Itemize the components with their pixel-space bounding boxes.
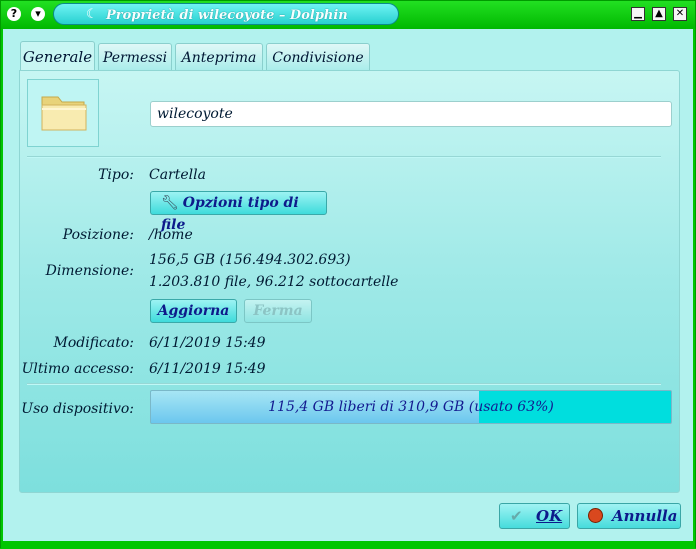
location-label: Posizione: xyxy=(62,227,134,243)
separator xyxy=(27,156,661,158)
device-usage-text: 115,4 GB liberi di 310,9 GB (usato 63%) xyxy=(268,399,554,415)
ok-label: OK xyxy=(536,507,563,525)
window-frame-right xyxy=(693,29,695,541)
modified-value: 6/11/2019 15:49 xyxy=(149,335,266,351)
help-icon[interactable]: ? xyxy=(7,7,21,21)
tab-condivisione[interactable]: Condivisione xyxy=(266,43,370,71)
modified-label: Modificato: xyxy=(53,335,135,351)
properties-window: ? ▾ ☾ Proprietà di wilecoyote – Dolphin … xyxy=(0,0,696,549)
folder-icon xyxy=(41,96,87,131)
size-label: Dimensione: xyxy=(45,263,134,279)
separator xyxy=(27,383,661,385)
accessed-value: 6/11/2019 15:49 xyxy=(149,361,266,377)
accessed-label: Ultimo accesso: xyxy=(21,361,134,377)
cancel-icon xyxy=(588,508,603,523)
cancel-label: Annulla xyxy=(612,507,678,525)
minimize-icon[interactable]: ▁ xyxy=(631,7,645,21)
size-contents: 1.203.810 file, 96.212 sottocartelle xyxy=(149,274,399,290)
type-label: Tipo: xyxy=(98,167,134,183)
wrench-icon: 🔧︎ xyxy=(161,195,179,211)
app-logo-icon: ☾ xyxy=(86,7,98,22)
refresh-button[interactable]: Aggiorna xyxy=(150,299,237,323)
close-icon[interactable]: ✕ xyxy=(673,7,687,21)
device-usage-bar: 115,4 GB liberi di 310,9 GB (usato 63%) xyxy=(150,390,672,424)
stop-button: Ferma xyxy=(244,299,312,323)
size-value: 156,5 GB (156.494.302.693) xyxy=(149,252,351,268)
tab-anteprima[interactable]: Anteprima xyxy=(175,43,263,71)
location-value: /home xyxy=(149,227,193,243)
cancel-button[interactable]: Annulla xyxy=(577,503,681,529)
ok-button[interactable]: ✔ OK xyxy=(499,503,570,529)
window-frame-left xyxy=(1,29,3,541)
tab-permessi[interactable]: Permessi xyxy=(98,43,172,71)
type-value: Cartella xyxy=(149,167,206,183)
file-type-options-button[interactable]: 🔧︎ Opzioni tipo di file xyxy=(150,191,327,233)
title-bar[interactable]: ? ▾ ☾ Proprietà di wilecoyote – Dolphin … xyxy=(1,1,695,29)
device-usage-label: Uso dispositivo: xyxy=(21,401,134,417)
tab-generale[interactable]: Generale xyxy=(20,41,95,71)
checkmark-icon: ✔ xyxy=(510,507,523,525)
title-pill: ☾ Proprietà di wilecoyote – Dolphin xyxy=(53,3,399,25)
maximize-icon[interactable]: ▲ xyxy=(652,7,666,21)
name-field[interactable] xyxy=(150,101,672,127)
window-title: Proprietà di wilecoyote – Dolphin xyxy=(106,8,348,23)
window-menu-icon[interactable]: ▾ xyxy=(31,7,45,21)
folder-icon-button[interactable] xyxy=(27,79,99,147)
